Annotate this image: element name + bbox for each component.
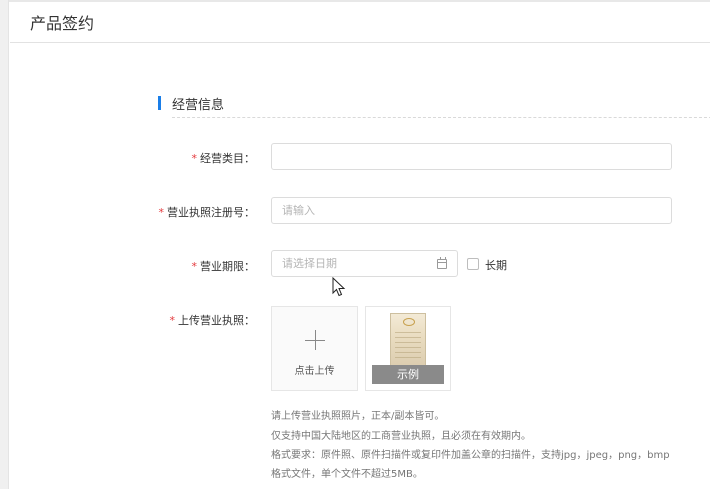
date-picker-input[interactable]: [271, 250, 458, 277]
sample-image-box[interactable]: 示例: [365, 306, 451, 391]
calendar-icon[interactable]: [437, 257, 447, 269]
required-mark: *: [158, 206, 165, 219]
long-term-checkbox[interactable]: [467, 258, 479, 270]
category-label: * 经营类目：: [191, 152, 256, 165]
left-sidebar-edge: [0, 0, 9, 489]
required-mark: *: [191, 152, 198, 165]
upload-text: 点击上传: [294, 366, 335, 377]
upload-button[interactable]: 点击上传: [271, 306, 358, 391]
license-number-input[interactable]: [271, 197, 672, 224]
mouse-pointer-icon: [332, 277, 346, 297]
section-divider: [172, 117, 710, 118]
long-term-label[interactable]: 长期: [485, 257, 507, 273]
upload-hint-4: 格式文件，单个文件不超过5MB。: [271, 469, 423, 480]
upload-hint-1: 请上传营业执照照片，正本/副本皆可。: [271, 411, 445, 422]
upload-hint-3: 格式要求：原件照、原件扫描件或复印件加盖公章的扫描件，支持jpg，jpeg，pn…: [271, 450, 670, 461]
license-sample-image: [390, 313, 426, 367]
section-accent-bar: [158, 96, 161, 110]
business-term-label: * 营业期限：: [191, 260, 256, 273]
required-mark: *: [191, 260, 198, 273]
upload-hint-2: 仅支持中国大陆地区的工商营业执照，且必须在有效期内。: [271, 431, 531, 442]
license-number-label: * 营业执照注册号：: [158, 206, 256, 219]
section-title: 经营信息: [172, 98, 225, 113]
category-input[interactable]: [271, 143, 672, 170]
upload-license-label: * 上传营业执照：: [169, 314, 256, 327]
required-mark: *: [169, 314, 176, 327]
section-business-info: 经营信息: [158, 94, 710, 118]
page-title: 产品签约: [30, 14, 95, 33]
page-header: 产品签约: [10, 2, 710, 43]
sample-tag: 示例: [372, 365, 444, 384]
